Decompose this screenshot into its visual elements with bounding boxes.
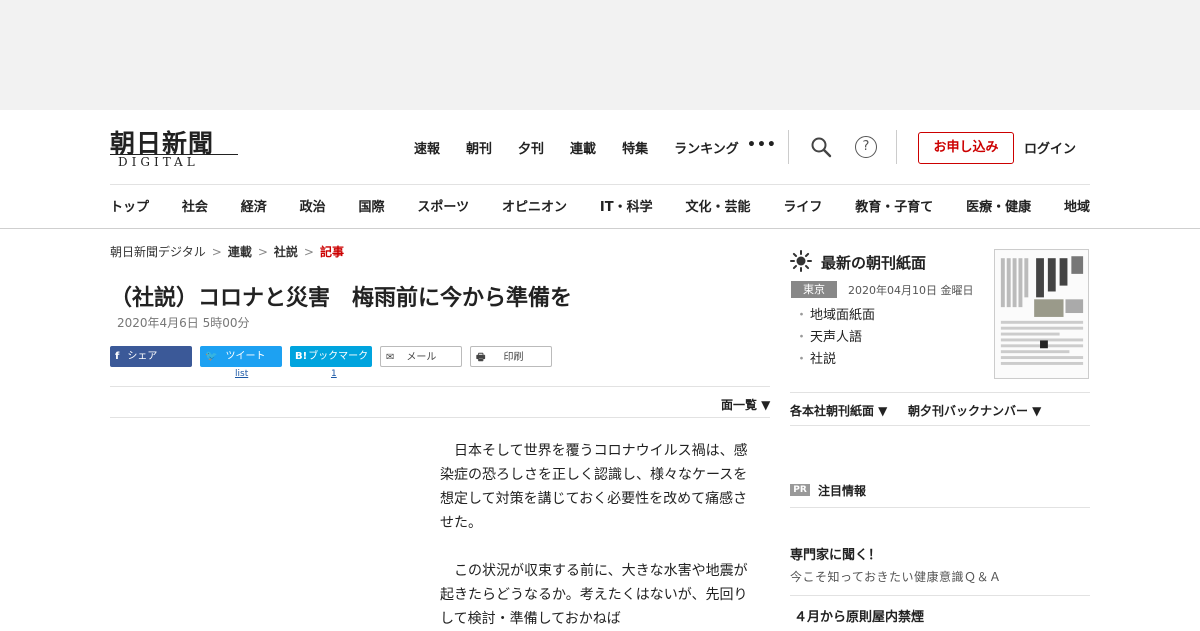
cat-society[interactable]: 社会	[182, 196, 208, 215]
regional-papers-dropdown[interactable]: 各本社朝刊紙面 ▼	[790, 402, 887, 419]
category-nav: トップ 社会 経済 政治 国際 スポーツ オピニオン IT・科学 文化・芸能 ラ…	[110, 196, 1090, 215]
page-list-dropdown[interactable]: 面一覧 ▼	[721, 396, 770, 413]
header-divider	[788, 130, 789, 164]
cat-it-science[interactable]: IT・科学	[600, 196, 653, 215]
sidebar-divider	[790, 425, 1090, 426]
newspaper-thumbnail[interactable]	[994, 249, 1089, 379]
breadcrumb-section[interactable]: 連載	[228, 245, 252, 259]
latest-paper-heading[interactable]: 最新の朝刊紙面	[821, 252, 926, 273]
cat-health[interactable]: 医療・健康	[966, 196, 1031, 215]
hatena-count[interactable]: 1	[331, 369, 337, 379]
breadcrumb-root[interactable]: 朝日新聞デジタル	[110, 245, 206, 259]
facebook-icon: f	[115, 351, 120, 362]
header-divider-line	[110, 184, 1090, 185]
back-number-dropdown[interactable]: 朝夕刊バックナンバー ▼	[908, 402, 1041, 419]
paper-date: 2020年04月10日 金曜日	[848, 284, 974, 297]
hatena-bookmark-button[interactable]: B!ブックマーク	[290, 346, 372, 367]
cat-politics[interactable]: 政治	[300, 196, 326, 215]
cat-culture[interactable]: 文化・芸能	[685, 196, 750, 215]
ad-banner-area	[0, 0, 1200, 110]
subscribe-button[interactable]: お申し込み	[918, 132, 1014, 164]
cat-life[interactable]: ライフ	[783, 196, 822, 215]
topnav-item-ranking[interactable]: ランキング	[674, 138, 739, 157]
paper-link-regional[interactable]: 地域面紙面	[795, 305, 875, 327]
facebook-share-button[interactable]: f シェア	[110, 346, 192, 367]
breadcrumb-sep: >	[211, 245, 222, 259]
feature-2-title[interactable]: ４月から原則屋内禁煙	[794, 606, 924, 625]
region-badge: 東京	[791, 281, 837, 298]
feature-title[interactable]: 専門家に聞く！	[790, 544, 881, 563]
cat-sports[interactable]: スポーツ	[417, 196, 469, 215]
topnav-item-choukan[interactable]: 朝刊	[466, 138, 492, 157]
topnav-item-tokushu[interactable]: 特集	[622, 138, 648, 157]
breadcrumb: 朝日新聞デジタル > 連載 > 社説 > 記事	[110, 243, 344, 260]
breadcrumb-current: 記事	[319, 245, 344, 259]
cat-international[interactable]: 国際	[359, 196, 385, 215]
topnav-item-sokuho[interactable]: 速報	[414, 138, 440, 157]
top-nav: 速報 朝刊 夕刊 連載 特集 ランキング	[414, 138, 765, 157]
divider	[110, 386, 770, 387]
topnav-item-yuukan[interactable]: 夕刊	[518, 138, 544, 157]
print-icon: 🖶	[476, 352, 486, 363]
paper-link-editorial[interactable]: 社説	[795, 349, 875, 371]
cat-opinion[interactable]: オピニオン	[502, 196, 567, 215]
topnav-item-rensai[interactable]: 連載	[570, 138, 596, 157]
pr-badge: PR	[790, 484, 810, 496]
logo-sub-text: DIGITAL	[118, 155, 199, 169]
hatena-icon: B!	[295, 351, 308, 362]
help-icon[interactable]: ?	[855, 136, 877, 158]
hatena-bookmark-label: ブックマーク	[308, 351, 369, 362]
login-link[interactable]: ログイン	[1024, 138, 1076, 157]
twitter-icon: 🐦	[205, 351, 218, 362]
sidebar-divider	[790, 595, 1090, 596]
search-icon[interactable]	[810, 136, 832, 158]
paper-links: 地域面紙面 天声人語 社説	[795, 305, 875, 371]
mail-share-label: メール	[406, 352, 437, 363]
twitter-share-button[interactable]: 🐦 ツイート	[200, 346, 282, 367]
cat-region[interactable]: 地域	[1064, 196, 1090, 215]
sidebar-divider	[790, 392, 1090, 393]
sidebar-divider	[790, 507, 1090, 508]
more-menu-icon[interactable]: •••	[747, 137, 777, 153]
article-paragraph: この状況が収束する前に、大きな水害や地震が起きたらどうなるか。考えたくはないが、…	[440, 563, 748, 627]
article-title: （社説）コロナと災害 梅雨前に今から準備を	[110, 286, 573, 311]
breadcrumb-sep: >	[303, 245, 314, 259]
twitter-share-label: ツイート	[225, 351, 266, 362]
cat-top[interactable]: トップ	[110, 196, 149, 215]
article-paragraph: 日本そして世界を覆うコロナウイルス禍は、感染症の恐ろしさを正しく認識し、様々なケ…	[440, 443, 748, 531]
twitter-count[interactable]: list	[235, 369, 248, 379]
header-divider	[896, 130, 897, 164]
article-date: 2020年4月6日 5時00分	[117, 316, 250, 330]
sun-icon	[790, 250, 812, 272]
paper-link-tenseijingo[interactable]: 天声人語	[795, 327, 875, 349]
breadcrumb-sub[interactable]: 社説	[274, 245, 298, 259]
feature-subtitle[interactable]: 今こそ知っておきたい健康意識Ｑ＆Ａ	[790, 568, 1002, 585]
cat-education[interactable]: 教育・子育て	[855, 196, 933, 215]
cat-economy[interactable]: 経済	[241, 196, 267, 215]
site-logo[interactable]: 朝日新聞 DIGITAL	[110, 124, 245, 170]
facebook-share-label: シェア	[127, 351, 158, 362]
breadcrumb-sep: >	[257, 245, 268, 259]
divider	[110, 417, 770, 418]
print-label: 印刷	[503, 352, 524, 363]
mail-share-button[interactable]: ✉ メール	[380, 346, 462, 367]
print-button[interactable]: 🖶 印刷	[470, 346, 552, 367]
featured-info-label: 注目情報	[818, 484, 867, 498]
mail-icon: ✉	[386, 352, 395, 363]
